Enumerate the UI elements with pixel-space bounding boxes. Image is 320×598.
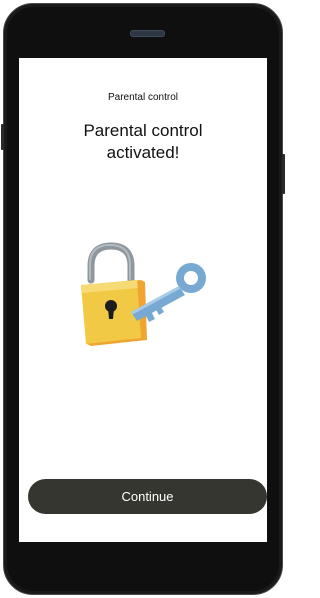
page-title: Parental control bbox=[107, 92, 179, 103]
app-screen: Parental control Parental control activa… bbox=[19, 58, 267, 542]
activation-message: Parental control activated! bbox=[39, 120, 247, 164]
headline-line-1: Parental control bbox=[83, 121, 203, 140]
headline-line-2: activated! bbox=[106, 143, 180, 162]
padlock-with-key-icon bbox=[81, 242, 206, 346]
volume-button bbox=[282, 154, 285, 194]
continue-button[interactable]: Continue bbox=[28, 479, 267, 514]
earpiece-speaker bbox=[130, 30, 165, 37]
power-button bbox=[1, 124, 4, 150]
